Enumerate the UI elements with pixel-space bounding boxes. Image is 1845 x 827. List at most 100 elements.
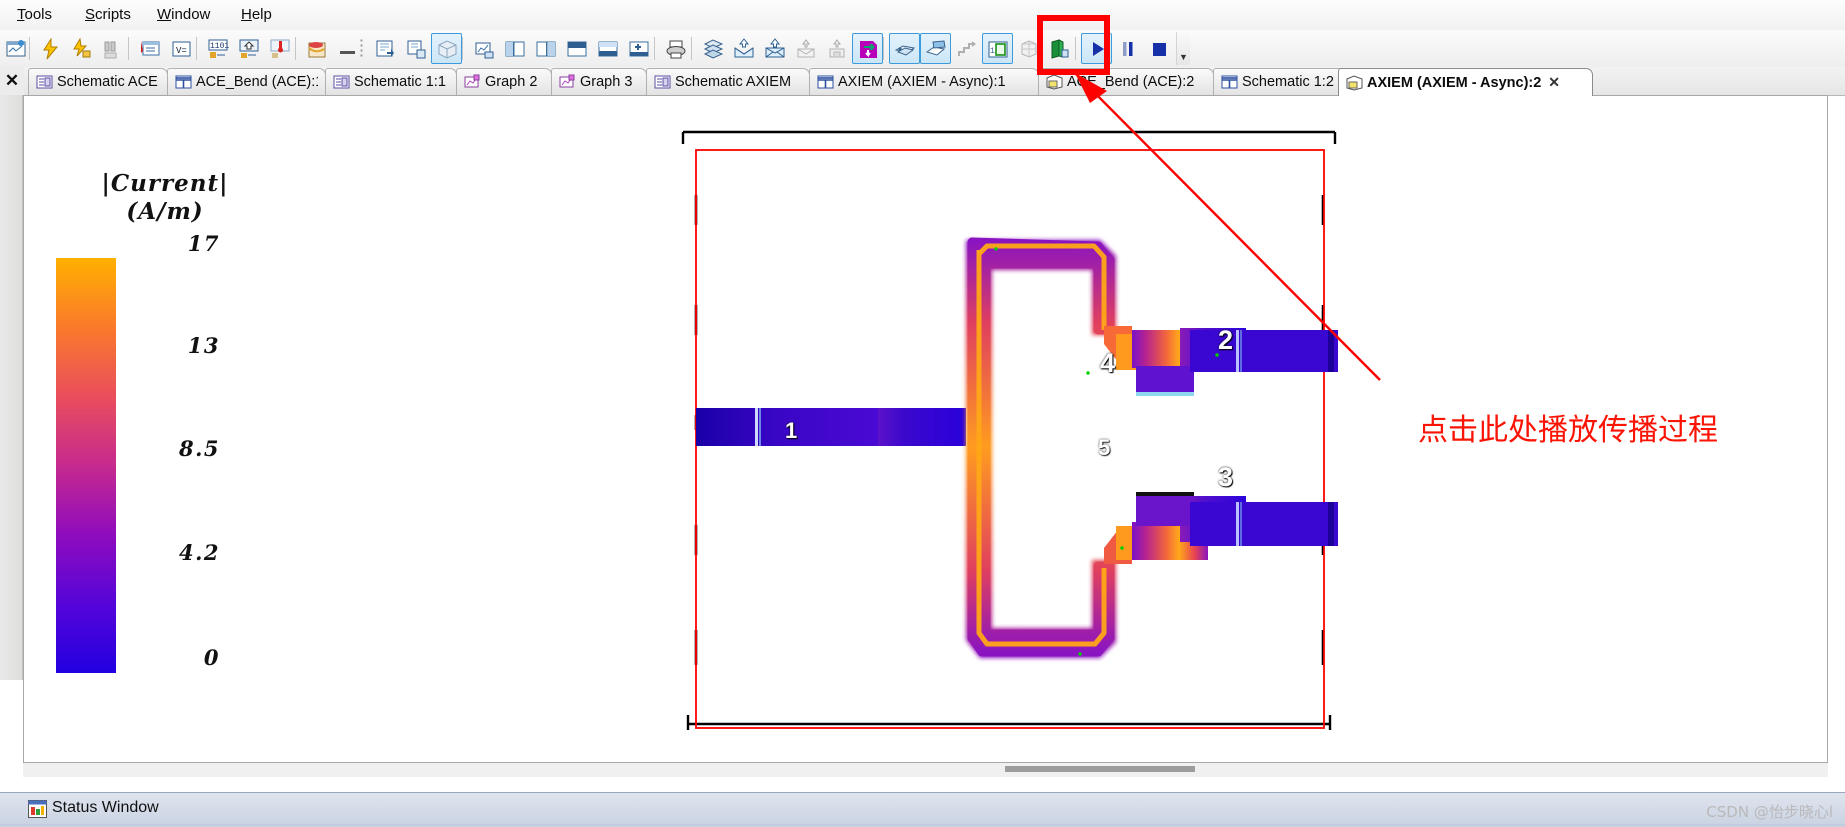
import-data-icon[interactable] [728,33,759,64]
import-data-set-icon[interactable] [759,33,790,64]
view-3d-icon[interactable] [889,33,920,64]
pause-animation-button[interactable] [1112,33,1143,64]
optimize-icon[interactable] [233,33,264,64]
svg-text:1101: 1101 [210,42,229,51]
status-window-label[interactable]: Status Window [52,799,159,817]
watermark: CSDN @怡步晓心l [1706,803,1833,821]
tile-vertical-icon[interactable] [499,33,530,64]
export-data-set-icon-glyph [829,38,844,57]
tab-ace-bend-ace-2[interactable]: ACE_Bend (ACE):2 [1038,68,1214,95]
open-em-3d-icon-glyph [1051,38,1068,59]
port-label-2: 2 [1218,325,1234,355]
legend-title-line1: |Current| [101,170,229,197]
view-3d-layout-icon[interactable] [920,33,951,64]
colorbar-tick-0: 17 [187,231,220,256]
tab-schematic-1-2[interactable]: Schematic 1:2 [1213,68,1348,95]
toolbar-separator [128,37,129,60]
tab-ace-bend-ace-1[interactable]: ACE_Bend (ACE):1 [167,68,326,95]
close-document-icon[interactable]: ✕ [0,67,24,95]
export-data-set-icon[interactable] [821,33,852,64]
new-schematic-icon[interactable] [369,33,400,64]
new-graph-icon[interactable] [468,33,499,64]
tile-horizontal-add-icon-glyph [629,41,648,56]
toolbar: V= 1101 1 ▼ [0,30,1845,68]
analyze-annotate-icon[interactable] [66,33,97,64]
em-extract-icon[interactable] [852,33,883,64]
tile-vertical-right-icon-glyph [536,41,555,56]
print-icon-glyph [666,40,685,58]
port-label-3: 3 [1218,462,1234,492]
legend-title: |Current| (A/m) [55,170,275,226]
yield-analysis-icon[interactable] [264,33,295,64]
legend-title-line2: (A/m) [126,198,204,226]
tile-horizontal-add-icon[interactable] [623,33,654,64]
open-em-3d-icon[interactable] [1044,33,1075,64]
horizontal-scrollbar-thumb[interactable] [1005,766,1195,772]
tune-parameters-icon[interactable] [301,33,332,64]
variable-browser-icon-glyph: V= [172,41,190,56]
pause-simulation-icon-glyph [104,41,116,58]
new-system-diagram-icon[interactable] [400,33,431,64]
tab-close-icon[interactable]: ✕ [1548,74,1560,91]
print-icon[interactable] [660,33,691,64]
tab-graph-2[interactable]: Graph 2 [456,68,552,95]
toolbar-overflow-button[interactable]: ▼ [1176,32,1190,65]
tab-schematic-axiem[interactable]: Schematic AXIEM [646,68,810,95]
view-3d-icon-glyph [894,44,915,56]
tile-vertical-right-icon[interactable] [530,33,561,64]
tile-horizontal-icon[interactable] [561,33,592,64]
tune-tool-icon[interactable]: 1101 [202,33,233,64]
layer-stack-icon[interactable] [697,33,728,64]
animate-frame-icon-glyph: 1 [988,41,1007,57]
new-em-structure-icon[interactable] [431,33,462,64]
animate-frame-icon[interactable]: 1 [982,33,1013,64]
toolbar-separator [196,37,197,60]
schematic-icon [654,75,671,89]
em-current-density-plot[interactable] [680,130,1340,750]
variable-browser-icon[interactable]: V= [165,33,196,64]
collapse-toolbar-icon[interactable] [332,33,363,64]
em-structure-icon [175,75,192,89]
menu-item-tools[interactable]: Tools [8,4,61,26]
schematic-icon [36,75,53,89]
new-schematic-icon-glyph [376,40,394,57]
mesh-view-icon[interactable] [1013,33,1044,64]
tile-horizontal-split-icon-glyph [598,41,617,56]
add-annotation-icon-glyph [140,40,159,55]
port4-pad [1136,366,1194,396]
import-data-icon-glyph [734,37,753,57]
analyze-icon-glyph [42,37,58,59]
tab-graph-3[interactable]: Graph 3 [551,68,647,95]
port-label-4: 4 [1100,348,1116,378]
simulate-schematic-icon-glyph [6,39,25,56]
menu-item-window[interactable]: Window [148,4,219,26]
trace-main-stub [878,408,966,446]
tune-tool-icon-glyph: 1101 [208,39,229,58]
stop-animation-button[interactable] [1143,33,1174,64]
mesh-icon[interactable] [951,33,982,64]
menu-item-help[interactable]: Help [232,4,281,26]
tab-axiem-axiem-async-2[interactable]: AXIEM (AXIEM - Async):2 ✕ [1338,68,1593,96]
left-rail [0,95,23,680]
yield-analysis-icon-glyph [270,39,289,58]
tab-axiem-axiem-async-1[interactable]: AXIEM (AXIEM - Async):1 [809,68,1039,95]
horizontal-scrollbar[interactable] [23,763,1828,777]
tab-schematic-1-1[interactable]: Schematic 1:1 [325,68,457,95]
new-system-diagram-icon-glyph [407,40,425,58]
trace-port3-line [1190,502,1338,546]
menu-item-scripts[interactable]: Scripts [76,4,140,26]
menu-bar: Tools Scripts Window Help [0,0,1845,31]
simulate-schematic-icon[interactable] [0,33,31,64]
tile-horizontal-split-icon[interactable] [592,33,623,64]
toolbar-grip[interactable] [360,38,363,59]
tab-schematic-ace[interactable]: Schematic ACE [28,68,168,95]
analyze-icon[interactable] [35,33,66,64]
pause-simulation-icon[interactable] [97,33,128,64]
add-annotation-icon[interactable] [134,33,165,64]
toolbar-separator [883,37,884,60]
svg-text:V=: V= [176,46,187,56]
pause-animation-glyph [1122,41,1132,56]
tab-label: Schematic 1:1 [354,74,446,90]
play-animation-button[interactable] [1081,33,1112,64]
export-data-icon[interactable] [790,33,821,64]
